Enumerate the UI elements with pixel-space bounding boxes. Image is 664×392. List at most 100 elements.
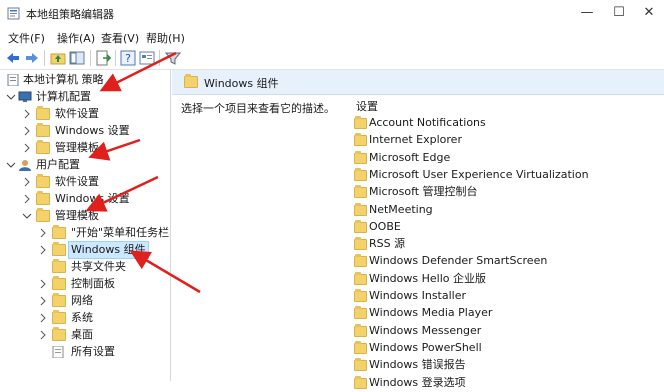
folder-icon — [354, 271, 367, 285]
settings-item-label: NetMeeting — [369, 202, 433, 216]
chevron-right-icon[interactable] — [22, 140, 32, 156]
folder-icon — [36, 123, 50, 137]
toolbar: ? — [0, 47, 664, 70]
folder-icon — [354, 116, 367, 129]
folder-icon — [52, 327, 66, 341]
maximize-button[interactable]: ☐ — [604, 2, 634, 24]
tree-label: 软件设置 — [55, 175, 99, 188]
tree-label: 计算机配置 — [36, 90, 91, 103]
folder-icon — [354, 254, 367, 268]
toolbar-separator — [44, 50, 45, 66]
settings-item-label: Windows 登录选项 — [369, 375, 466, 389]
tree-label: 共享文件夹 — [71, 260, 126, 273]
details-title: Windows 组件 — [204, 77, 279, 90]
forward-arrow-icon[interactable] — [24, 50, 40, 66]
menu-action[interactable]: 操作(A) — [57, 30, 95, 46]
filter-icon[interactable] — [165, 50, 181, 66]
close-button[interactable]: ✕ — [634, 2, 664, 24]
toolbar-separator — [90, 50, 91, 66]
tree-label: Windows 设置 — [55, 124, 130, 137]
folder-icon — [354, 306, 367, 320]
menu-help[interactable]: 帮助(H) — [146, 30, 185, 46]
details-pane: Windows 组件 选择一个项目来查看它的描述。 设置 Account Not… — [172, 70, 664, 389]
folder-icon — [184, 74, 198, 88]
chevron-right-icon[interactable] — [38, 293, 48, 309]
tree-label: 管理模板 — [55, 141, 99, 154]
user-icon — [19, 160, 31, 171]
folder-icon — [354, 219, 367, 233]
settings-item-label: OOBE — [369, 219, 401, 233]
menu-bar: 文件(F) 操作(A) 查看(V) 帮助(H) — [0, 27, 664, 47]
export-list-icon[interactable] — [95, 50, 111, 66]
folder-icon — [354, 167, 367, 181]
settings-item-label: Windows PowerShell — [369, 340, 482, 354]
folder-icon — [36, 140, 50, 154]
chevron-right-icon[interactable] — [22, 191, 32, 207]
chevron-down-icon[interactable] — [6, 89, 16, 105]
minimize-button[interactable]: — — [572, 2, 602, 24]
chevron-right-icon[interactable] — [22, 106, 32, 122]
settings-item-label: Windows Installer — [369, 289, 467, 302]
chevron-right-icon[interactable] — [22, 174, 32, 190]
folder-icon — [52, 276, 66, 290]
folder-icon — [354, 133, 367, 147]
back-arrow-icon[interactable] — [5, 50, 21, 66]
tree-label: 系统 — [71, 311, 93, 324]
computer-icon — [18, 91, 32, 102]
details-header: Windows 组件 — [172, 70, 664, 95]
tree-label: 软件设置 — [55, 107, 99, 120]
folder-icon — [52, 242, 66, 256]
tree-label: Windows 组件 — [68, 241, 149, 259]
folder-icon — [354, 237, 367, 251]
tree-label: 用户配置 — [36, 158, 80, 171]
tree-label: 管理模板 — [55, 209, 99, 222]
chevron-down-icon[interactable] — [22, 208, 32, 224]
svg-text:?: ? — [125, 52, 131, 65]
chevron-right-icon[interactable] — [38, 276, 48, 292]
settings-column-header[interactable]: 设置 — [356, 98, 378, 114]
tree-label: 本地计算机 策略 — [23, 73, 104, 86]
folder-icon — [36, 174, 50, 188]
folder-icon — [36, 208, 50, 222]
tree-label: 桌面 — [71, 328, 93, 341]
menu-view[interactable]: 查看(V) — [101, 30, 139, 46]
tree-label: Windows 设置 — [55, 192, 130, 205]
folder-icon — [354, 185, 367, 199]
folder-icon — [52, 310, 66, 324]
chevron-right-icon[interactable] — [38, 225, 48, 241]
title-bar: 本地组策略编辑器 — ☐ ✕ — [0, 0, 664, 27]
tree-label: 所有设置 — [71, 345, 115, 358]
chevron-right-icon[interactable] — [38, 242, 48, 258]
folder-icon — [36, 106, 50, 120]
toolbar-separator — [159, 50, 160, 66]
chevron-right-icon[interactable] — [38, 327, 48, 343]
tree-label: 控制面板 — [71, 277, 115, 290]
settings-item-label: Windows Media Player — [369, 306, 493, 320]
settings-item-label: Windows 错误报告 — [369, 358, 466, 372]
folder-icon — [36, 191, 50, 205]
folder-icon — [354, 340, 367, 354]
settings-item-label: Windows Defender SmartScreen — [369, 254, 548, 268]
folder-icon — [354, 202, 367, 216]
menu-file[interactable]: 文件(F) — [8, 30, 45, 46]
settings-item-label: Microsoft User Experience Virtualization — [369, 167, 589, 181]
chevron-right-icon[interactable] — [22, 123, 32, 139]
properties-icon[interactable] — [139, 50, 155, 66]
folder-icon — [354, 375, 367, 389]
folder-icon — [354, 323, 367, 337]
up-folder-icon[interactable] — [50, 50, 66, 66]
folder-icon — [354, 150, 367, 164]
help-icon[interactable]: ? — [120, 50, 136, 66]
settings-item-label: Microsoft Edge — [369, 150, 451, 164]
window-title: 本地组策略编辑器 — [26, 8, 114, 21]
folder-icon — [52, 225, 66, 239]
chevron-down-icon[interactable] — [6, 157, 16, 173]
chevron-right-icon[interactable] — [38, 310, 48, 326]
toolbar-separator — [115, 50, 116, 66]
description-text: 选择一个项目来查看它的描述。 — [181, 102, 335, 115]
show-hide-tree-icon[interactable] — [69, 50, 85, 66]
settings-item-label: Account Notifications — [369, 116, 486, 129]
policy-doc-icon — [7, 74, 19, 86]
tree-label: 网络 — [71, 294, 93, 307]
folder-icon — [354, 289, 367, 302]
